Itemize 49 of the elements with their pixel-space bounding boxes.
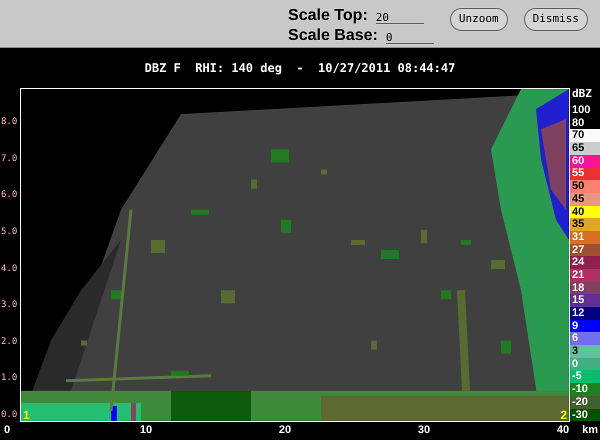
x-tick-label: 40	[556, 425, 570, 436]
x-tick-label: 0	[4, 425, 10, 436]
legend-entry: 80	[570, 116, 600, 130]
legend-entry: -10	[570, 383, 600, 396]
y-tick-label: 7.0	[1, 154, 18, 164]
legend-entry: 3	[570, 345, 600, 358]
legend-entry: 55	[570, 167, 600, 180]
legend-entry: 0	[570, 358, 600, 370]
input-field[interactable]: 0	[386, 32, 434, 44]
x-tick-label: 10	[140, 425, 152, 436]
field-label: Scale Base:	[288, 28, 378, 44]
toolbar-button[interactable]: Unzoom	[450, 8, 508, 31]
x-tick-label: 30	[418, 425, 430, 436]
plot-title: DBZ F RHI: 140 deg - 10/27/2011 08:44:47	[144, 60, 456, 77]
legend-entry: -30	[570, 408, 600, 422]
legend-entry: 70	[570, 129, 600, 142]
legend-entry: 35	[570, 218, 600, 231]
y-tick-label: 0.0	[1, 411, 18, 420]
legend-entry: 6	[570, 332, 600, 346]
legend-entry: 15	[570, 294, 600, 307]
y-tick-label: 3.0	[1, 301, 18, 310]
legend-entry: -5	[570, 370, 600, 384]
y-tick-label: 5.0	[1, 228, 18, 237]
corner-marker: 1	[23, 409, 30, 421]
legend-entry: 12	[570, 307, 600, 320]
corner-marker: 2	[560, 409, 567, 421]
legend-entry: 27	[570, 244, 600, 256]
legend-unit: dBZ	[571, 88, 593, 102]
input-field[interactable]: 20	[376, 12, 424, 24]
legend-entry: 24	[570, 256, 600, 269]
x-tick-label: 20	[278, 425, 292, 436]
y-tick-label: 2.0	[1, 338, 18, 347]
legend-entry: 40	[570, 206, 600, 218]
legend-entry: 60	[570, 154, 600, 168]
x-unit-label: km	[582, 425, 598, 436]
y-tick-label: 6.0	[1, 191, 18, 200]
legend-entry: -20	[570, 396, 600, 408]
legend-entry: 45	[570, 192, 600, 206]
legend-entry: 9	[570, 320, 600, 332]
legend-entry: 65	[570, 142, 600, 155]
y-tick-label: 4.0	[1, 264, 18, 274]
legend-entry: 31	[570, 230, 600, 244]
legend-entry: 21	[570, 268, 600, 282]
legend-entry: 18	[570, 282, 600, 294]
field-label: Scale Top:	[288, 8, 368, 24]
y-tick-label: 8.0	[1, 118, 18, 128]
toolbar-button[interactable]: Dismiss	[524, 8, 588, 31]
y-tick-label: 1.0	[1, 374, 18, 384]
legend-entry: 50	[570, 180, 600, 193]
